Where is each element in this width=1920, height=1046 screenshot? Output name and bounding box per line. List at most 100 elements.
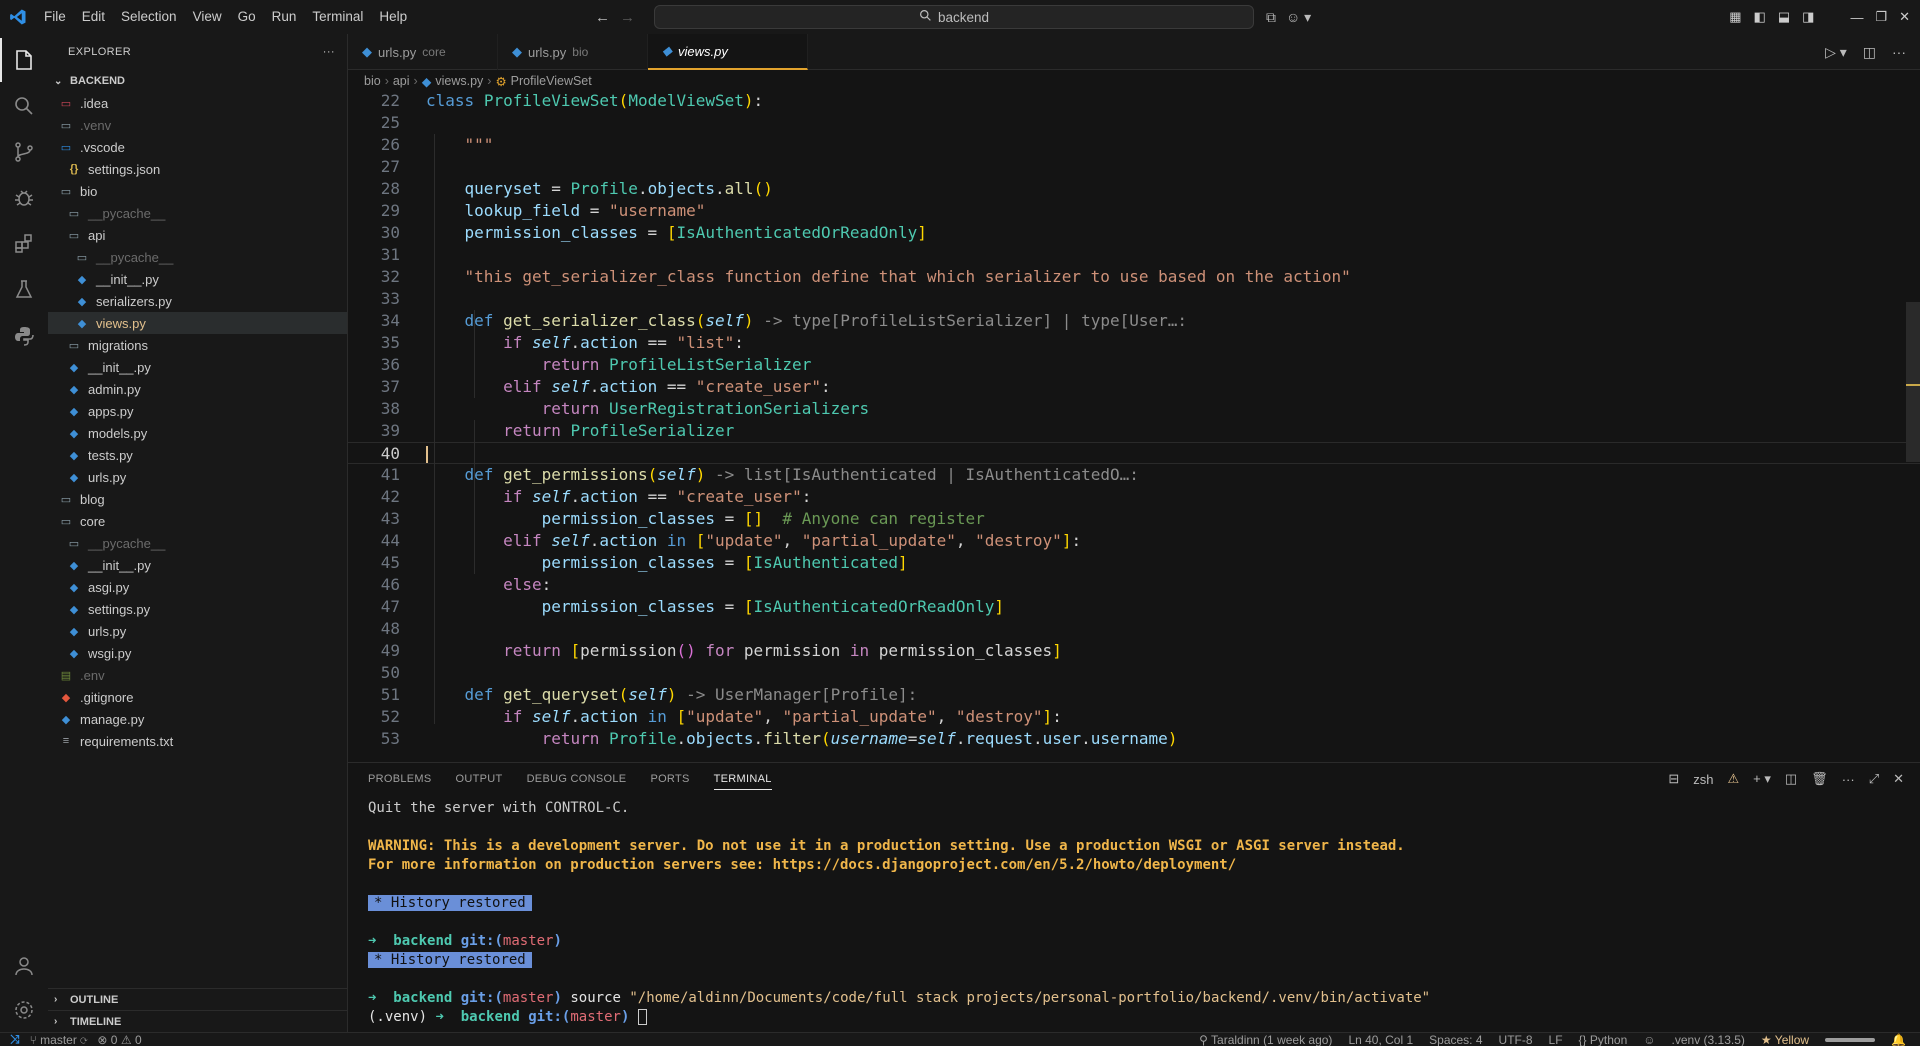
- timeline-section[interactable]: › TIMELINE: [48, 1010, 347, 1032]
- tree-item[interactable]: ▭ __pycache__: [48, 246, 347, 268]
- tree-item[interactable]: ◆ urls.py: [48, 466, 347, 488]
- copilot-icon[interactable]: ☺ ▾: [1286, 9, 1311, 26]
- split-editor-icon[interactable]: ◫: [1863, 44, 1876, 61]
- explorer-icon[interactable]: [0, 38, 48, 82]
- forward-arrow-icon[interactable]: →: [620, 9, 635, 26]
- toggle-panel-icon[interactable]: ⬓: [1778, 9, 1790, 25]
- tree-item[interactable]: ◆ admin.py: [48, 378, 347, 400]
- tree-item[interactable]: ◆ views.py: [48, 312, 347, 334]
- tab-terminal[interactable]: TERMINAL: [713, 773, 772, 790]
- copilot-status-icon[interactable]: ☺: [1643, 1033, 1655, 1046]
- more-actions-icon[interactable]: ···: [323, 46, 335, 58]
- tree-item[interactable]: ▭ __pycache__: [48, 202, 347, 224]
- breadcrumb-item[interactable]: bio: [364, 74, 381, 88]
- branch-item[interactable]: ⑂ master ⟳: [30, 1033, 88, 1046]
- cursor-position[interactable]: Ln 40, Col 1: [1348, 1033, 1413, 1046]
- tree-item[interactable]: ◆ urls.py: [48, 620, 347, 642]
- folder-root-header[interactable]: ⌄ BACKEND: [48, 70, 347, 92]
- tree-item[interactable]: ◆ serializers.py: [48, 290, 347, 312]
- end-of-line[interactable]: LF: [1549, 1033, 1563, 1046]
- back-arrow-icon[interactable]: ←: [595, 9, 610, 26]
- tree-item[interactable]: ◆ manage.py: [48, 708, 347, 730]
- run-debug-icon[interactable]: [0, 176, 48, 220]
- terminal-info[interactable]: For more information on production serve…: [368, 856, 1898, 875]
- menu-run[interactable]: Run: [264, 0, 305, 34]
- menu-edit[interactable]: Edit: [74, 0, 113, 34]
- remote-indicator-icon[interactable]: ⤨: [10, 1032, 20, 1046]
- customize-layout-icon[interactable]: ▦: [1729, 9, 1741, 25]
- menu-file[interactable]: File: [36, 0, 74, 34]
- terminal-output[interactable]: Quit the server with CONTROL-C. WARNING:…: [368, 799, 1898, 1027]
- tree-item[interactable]: ▭ api: [48, 224, 347, 246]
- tab-debug-console[interactable]: DEBUG CONSOLE: [527, 773, 627, 785]
- settings-gear-icon[interactable]: [0, 988, 48, 1032]
- encoding[interactable]: UTF-8: [1499, 1033, 1533, 1046]
- tab-ports[interactable]: PORTS: [650, 773, 689, 785]
- tree-item[interactable]: ▤ .env: [48, 664, 347, 686]
- tree-item[interactable]: ▭ __pycache__: [48, 532, 347, 554]
- tree-item[interactable]: ◆ wsgi.py: [48, 642, 347, 664]
- tree-item[interactable]: ▭ .venv: [48, 114, 347, 136]
- menu-terminal[interactable]: Terminal: [304, 0, 371, 34]
- menu-view[interactable]: View: [185, 0, 230, 34]
- menu-help[interactable]: Help: [371, 0, 415, 34]
- python-interpreter[interactable]: .venv (3.13.5): [1672, 1033, 1745, 1046]
- tab-urls-bio[interactable]: ◆ urls.py bio: [498, 34, 648, 70]
- tree-item[interactable]: ▭ migrations: [48, 334, 347, 356]
- breadcrumb-item[interactable]: views.py: [435, 74, 483, 88]
- breadcrumb-item[interactable]: api: [393, 74, 410, 88]
- tree-item[interactable]: ▭ core: [48, 510, 347, 532]
- outline-section[interactable]: › OUTLINE: [48, 988, 347, 1010]
- tab-problems[interactable]: PROBLEMS: [368, 773, 432, 785]
- tree-item[interactable]: {} settings.json: [48, 158, 347, 180]
- tree-item[interactable]: ◆ apps.py: [48, 400, 347, 422]
- close-window-icon[interactable]: ✕: [1899, 9, 1910, 25]
- shell-label[interactable]: zsh: [1693, 772, 1713, 787]
- git-blame[interactable]: ⚲ Taraldinn (1 week ago): [1199, 1033, 1332, 1046]
- search-view-icon[interactable]: [0, 84, 48, 128]
- tree-item[interactable]: ◆ .gitignore: [48, 686, 347, 708]
- language-mode[interactable]: {} Python: [1579, 1033, 1628, 1046]
- close-panel-icon[interactable]: ✕: [1893, 771, 1904, 787]
- trash-icon[interactable]: 🗑: [1811, 771, 1828, 787]
- problems-item[interactable]: ⊗ 0 ⚠ 0: [97, 1033, 141, 1046]
- indentation[interactable]: Spaces: 4: [1429, 1033, 1482, 1046]
- tree-item[interactable]: ◆ __init__.py: [48, 356, 347, 378]
- toggle-primary-sidebar-icon[interactable]: ◧: [1754, 9, 1766, 25]
- notifications-bell-icon[interactable]: 🔔: [1891, 1033, 1906, 1046]
- tree-item[interactable]: ◆ __init__.py: [48, 268, 347, 290]
- split-terminal-icon[interactable]: ◫: [1785, 771, 1797, 787]
- tree-item[interactable]: ▭ blog: [48, 488, 347, 510]
- tree-item[interactable]: ≡ requirements.txt: [48, 730, 347, 752]
- theme-item[interactable]: ★ Yellow: [1761, 1033, 1809, 1046]
- minimize-icon[interactable]: —: [1850, 10, 1863, 25]
- more-actions-icon[interactable]: ···: [1842, 772, 1855, 787]
- tree-item[interactable]: ◆ asgi.py: [48, 576, 347, 598]
- new-terminal-icon[interactable]: + ▾: [1753, 771, 1771, 787]
- menu-go[interactable]: Go: [230, 0, 264, 34]
- tab-output[interactable]: OUTPUT: [456, 773, 503, 785]
- tree-item[interactable]: ◆ models.py: [48, 422, 347, 444]
- testing-icon[interactable]: [0, 268, 48, 312]
- extensions-icon[interactable]: [0, 222, 48, 266]
- tree-item[interactable]: ▭ .idea: [48, 92, 347, 114]
- maximize-panel-icon[interactable]: ⤢: [1869, 771, 1879, 787]
- toggle-secondary-sidebar-icon[interactable]: ◨: [1802, 9, 1814, 25]
- code-editor[interactable]: 22 class ProfileViewSet(ModelViewSet): 25 2…: [348, 90, 1920, 760]
- account-icon[interactable]: [0, 944, 48, 988]
- tree-item[interactable]: ▭ bio: [48, 180, 347, 202]
- menu-selection[interactable]: Selection: [113, 0, 185, 34]
- scrollbar-thumb[interactable]: [1906, 302, 1920, 462]
- tree-item[interactable]: ▭ .vscode: [48, 136, 347, 158]
- command-center-search[interactable]: backend: [654, 5, 1254, 29]
- tree-item[interactable]: ◆ settings.py: [48, 598, 347, 620]
- restore-icon[interactable]: ❐: [1875, 9, 1887, 25]
- more-actions-icon[interactable]: ···: [1892, 44, 1906, 60]
- run-icon[interactable]: ▷ ▾: [1825, 44, 1847, 61]
- tree-item[interactable]: ◆ tests.py: [48, 444, 347, 466]
- tree-item[interactable]: ◆ __init__.py: [48, 554, 347, 576]
- python-icon[interactable]: [0, 314, 48, 358]
- tab-urls-core[interactable]: ◆ urls.py core: [348, 34, 498, 70]
- tab-views[interactable]: ◆ views.py: [648, 34, 808, 70]
- open-external-icon[interactable]: ⧉: [1266, 9, 1276, 26]
